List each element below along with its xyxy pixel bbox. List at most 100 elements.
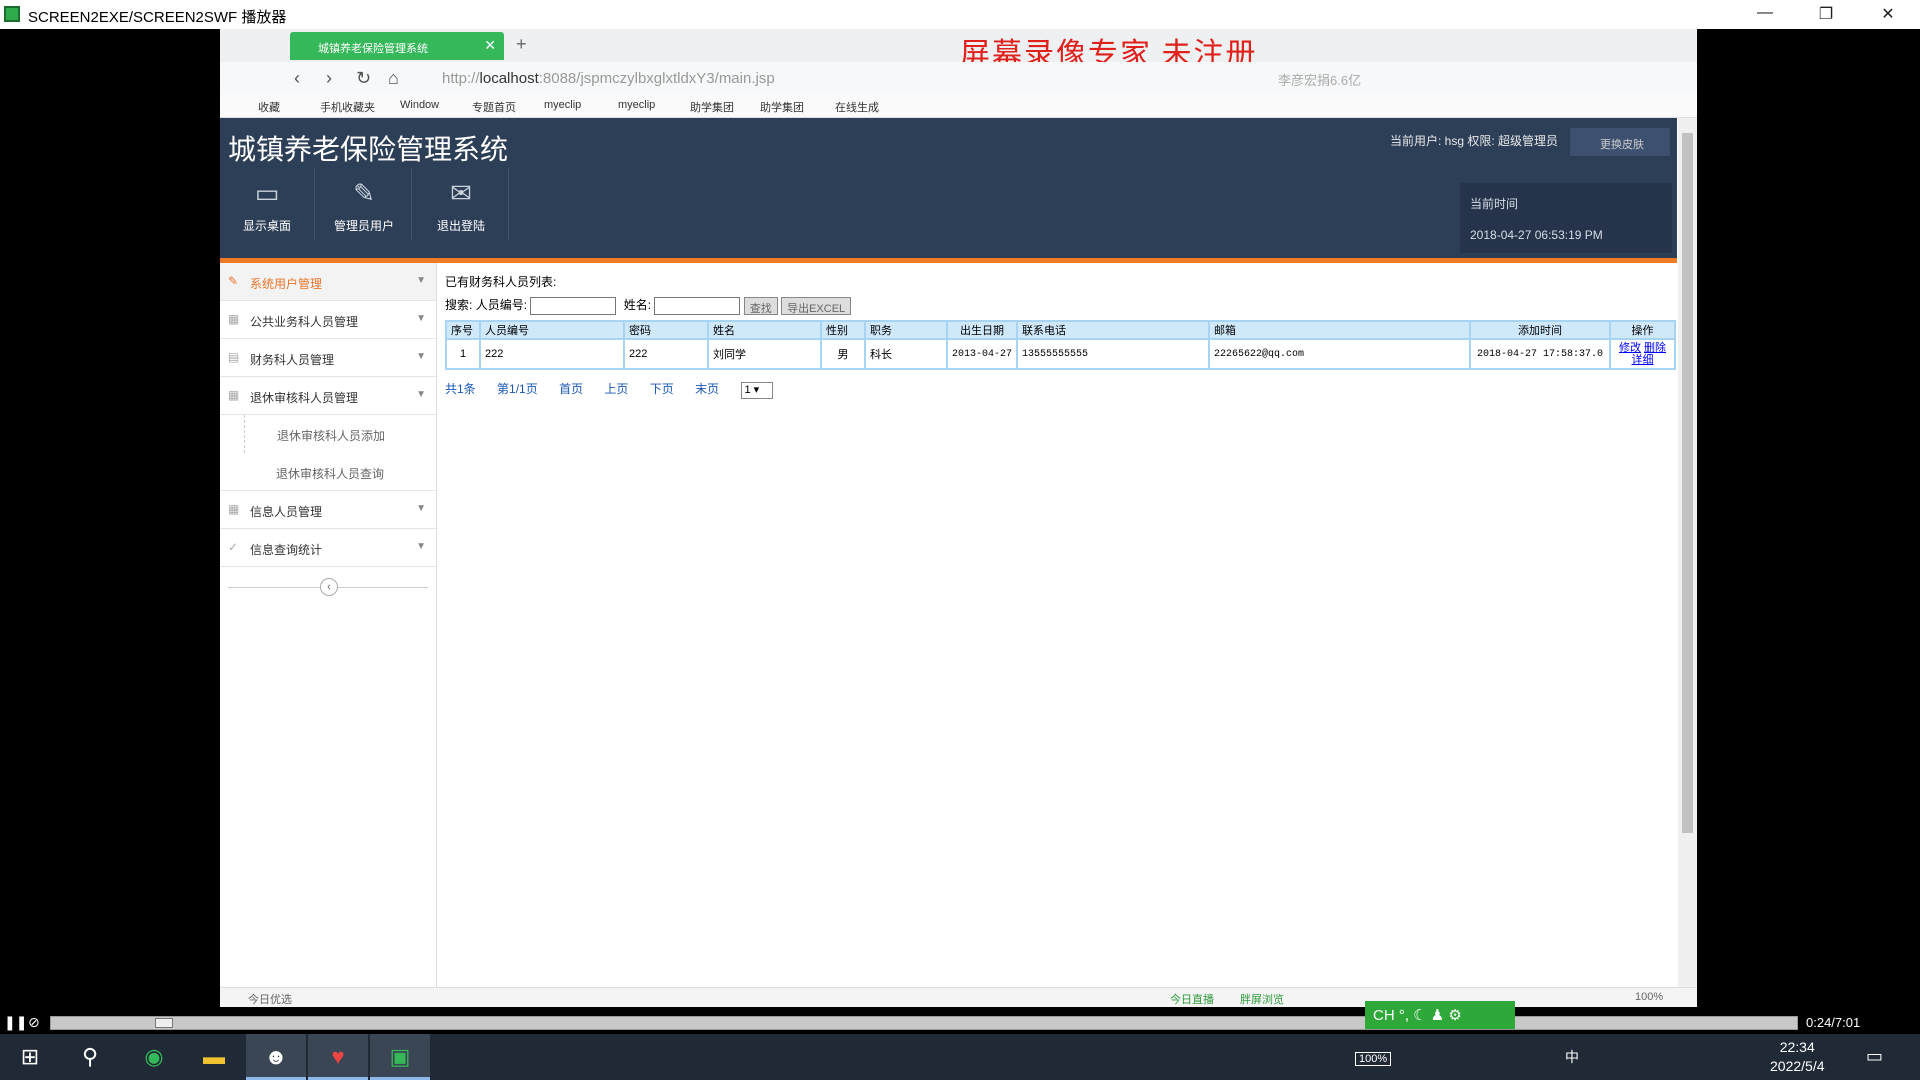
change-skin-button[interactable]: 更换皮肤	[1570, 128, 1670, 156]
start-button[interactable]: ⊞	[0, 1034, 60, 1080]
search-input[interactable]: 李彦宏捐6.6亿	[1278, 70, 1361, 89]
reload-icon[interactable]: ↻	[356, 68, 371, 89]
search-icon[interactable]: ⚲	[60, 1034, 120, 1080]
ime-toolbar[interactable]: CH °, ☾ ♟ ⚙	[1365, 1001, 1515, 1029]
bookmark-item[interactable]: 专题首页	[472, 99, 516, 115]
battery-indicator[interactable]: 100%	[1355, 1052, 1392, 1066]
bookmark-item[interactable]: myeclip	[618, 99, 655, 111]
cell-sex: 男	[820, 338, 866, 370]
pager-next[interactable]: 下页	[650, 382, 674, 396]
sidebar-item-public-business[interactable]: ▦ 公共业务科人员管理 ▼	[220, 301, 436, 339]
pager-prev[interactable]: 上页	[604, 382, 628, 396]
sidebar-item-info-stats[interactable]: ✓ 信息查询统计 ▼	[220, 529, 436, 567]
url-path: :8088/jspmczylbxglxtldxY3/main.jsp	[538, 70, 775, 87]
logout-label: 退出登陆	[436, 219, 485, 233]
tab-close-icon[interactable]: ✕	[484, 37, 496, 54]
staff-code-input[interactable]	[530, 296, 617, 315]
main-content: 已有财务科人员列表: 搜索: 人员编号: 姓名: 查找 导出EXCEL 序号 人…	[443, 263, 1677, 987]
cell-added: 2018-04-27 17:58:37.0	[1469, 338, 1611, 370]
minimize-button[interactable]: —	[1745, 4, 1785, 26]
home-icon[interactable]: ⌂	[388, 68, 399, 89]
pause-icon[interactable]: ❚❚	[4, 1014, 27, 1031]
taskbar: ⊞ ⚲ ◉ ▬ ☻ ♥ ▣ 100% 中 22:34 2022/5/4 ▭	[0, 1034, 1920, 1080]
vertical-scrollbar[interactable]	[1678, 118, 1697, 987]
show-desktop-button[interactable]: ▭ 显示桌面	[220, 168, 315, 240]
new-tab-button[interactable]: +	[516, 34, 527, 55]
status-item[interactable]: 胖屏浏览	[1240, 991, 1284, 1007]
clock[interactable]: 22:34 2022/5/4	[1770, 1038, 1825, 1076]
pager-last[interactable]: 末页	[695, 382, 719, 396]
bookmark-item[interactable]: 手机收藏夹	[320, 99, 375, 115]
submenu-retirement-query[interactable]: 退休审核科人员查询	[220, 453, 436, 491]
app-taskbar-icon[interactable]: ☻	[246, 1034, 306, 1080]
status-left[interactable]: 今日优选	[248, 991, 292, 1007]
col-header: 序号	[445, 320, 481, 340]
col-header: 添加时间	[1469, 320, 1611, 340]
name-label: 姓名:	[623, 298, 652, 312]
show-desktop-label: 显示桌面	[242, 219, 291, 233]
sidebar-item-system-users[interactable]: ✎ 系统用户管理 ▼	[220, 263, 436, 301]
submenu-retirement-add[interactable]: 退休审核科人员添加	[244, 415, 436, 453]
cell-birth: 2013-04-27	[946, 338, 1018, 370]
bookmark-item[interactable]: 收藏	[258, 99, 280, 115]
find-button[interactable]: 查找	[743, 296, 778, 315]
cell-email: 22265622@qq.com	[1208, 338, 1471, 370]
sidebar-item-retirement-review[interactable]: ▦ 退休审核科人员管理 ▼	[220, 377, 436, 415]
app-header: 城镇养老保险管理系统 当前用户: hsg 权限: 超级管理员 更换皮肤 ▭ 显示桌…	[220, 118, 1677, 258]
col-header: 人员编号	[479, 320, 625, 340]
seek-bar[interactable]	[50, 1016, 1798, 1030]
pagination: 共1条 第1/1页 首页 上页 下页 末页 1 ▾	[445, 380, 791, 399]
forward-icon[interactable]: ›	[326, 68, 332, 89]
col-header: 职务	[864, 320, 948, 340]
browser-taskbar-icon[interactable]: ◉	[124, 1034, 184, 1080]
back-icon[interactable]: ‹	[294, 68, 300, 89]
edit-link[interactable]: 修改	[1619, 342, 1641, 354]
pager-total: 共1条	[445, 382, 476, 396]
time-label: 当前时间	[1470, 197, 1519, 211]
sidebar-item-info-staff[interactable]: ▦ 信息人员管理 ▼	[220, 491, 436, 529]
chevron-down-icon: ▼	[416, 351, 426, 362]
system-tray: 100% 中	[1355, 1047, 1579, 1067]
scrollbar-thumb[interactable]	[1682, 133, 1693, 833]
logout-button[interactable]: ✉ 退出登陆	[414, 168, 509, 240]
name-input[interactable]	[654, 296, 741, 315]
bookmark-item[interactable]: 在线生成	[835, 99, 879, 115]
heart-app-icon[interactable]: ♥	[308, 1034, 368, 1080]
list-title: 已有财务科人员列表:	[445, 275, 557, 289]
chevron-down-icon: ▼	[416, 503, 426, 514]
page-select[interactable]: 1 ▾	[740, 382, 773, 399]
admin-user-button[interactable]: ✎ 管理员用户	[317, 168, 412, 240]
seek-thumb[interactable]	[155, 1018, 173, 1028]
url-field[interactable]: http://localhost:8088/jspmczylbxglxtldxY…	[442, 70, 775, 87]
status-item[interactable]: 今日直播	[1170, 991, 1214, 1007]
sidebar-item-finance[interactable]: ▤ 财务科人员管理 ▼	[220, 339, 436, 377]
maximize-button[interactable]: ❐	[1806, 4, 1846, 26]
bookmark-item[interactable]: 助学集团	[760, 99, 804, 115]
input-language[interactable]: 中	[1565, 1049, 1579, 1065]
stop-icon[interactable]: ⊘	[28, 1014, 40, 1031]
zoom-level[interactable]: 100%	[1635, 991, 1663, 1003]
bookmark-item[interactable]: 助学集团	[690, 99, 734, 115]
grid-icon: ▦	[228, 502, 240, 516]
current-user-info: 当前用户: hsg 权限: 超级管理员	[1390, 134, 1559, 148]
pager-page: 第1/1页	[497, 382, 538, 396]
folder-icon[interactable]: ▬	[184, 1034, 244, 1080]
collapse-left-icon[interactable]: ‹	[320, 578, 338, 596]
browser-tab[interactable]: 城镇养老保险管理系统 ✕	[290, 32, 504, 60]
bookmark-item[interactable]: Window	[400, 99, 439, 111]
col-header: 联系电话	[1016, 320, 1210, 340]
delete-link[interactable]: 删除	[1644, 342, 1666, 354]
pencil-icon: ✎	[228, 274, 239, 288]
notification-icon[interactable]: ▭	[1866, 1046, 1883, 1067]
export-excel-button[interactable]: 导出EXCEL	[781, 296, 852, 315]
bookmark-item[interactable]: myeclip	[544, 99, 581, 111]
close-button[interactable]: ✕	[1868, 4, 1908, 26]
col-header: 姓名	[707, 320, 822, 340]
player-taskbar-icon[interactable]: ▣	[370, 1034, 430, 1080]
current-time-panel: 当前时间 2018-04-27 06:53:19 PM	[1460, 183, 1672, 253]
detail-link[interactable]: 详细	[1632, 354, 1654, 366]
monitor-icon: ▭	[254, 178, 280, 208]
chevron-down-icon: ▼	[416, 275, 426, 286]
pager-first[interactable]: 首页	[559, 382, 583, 396]
search-label: 搜索:	[445, 298, 473, 312]
